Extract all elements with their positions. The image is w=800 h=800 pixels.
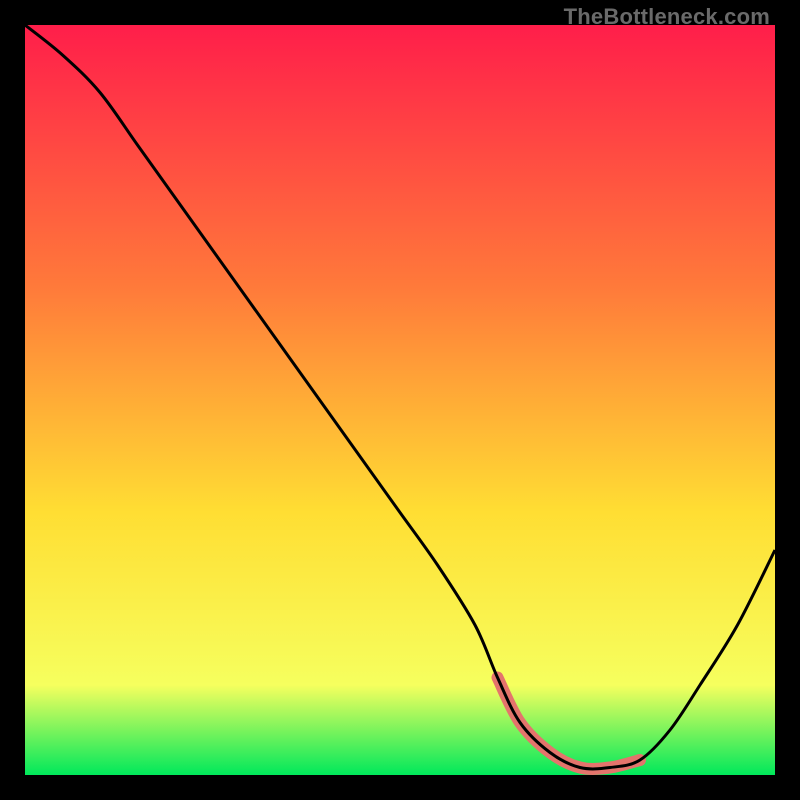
gradient-background	[25, 25, 775, 775]
bottleneck-chart	[25, 25, 775, 775]
chart-frame	[25, 25, 775, 775]
